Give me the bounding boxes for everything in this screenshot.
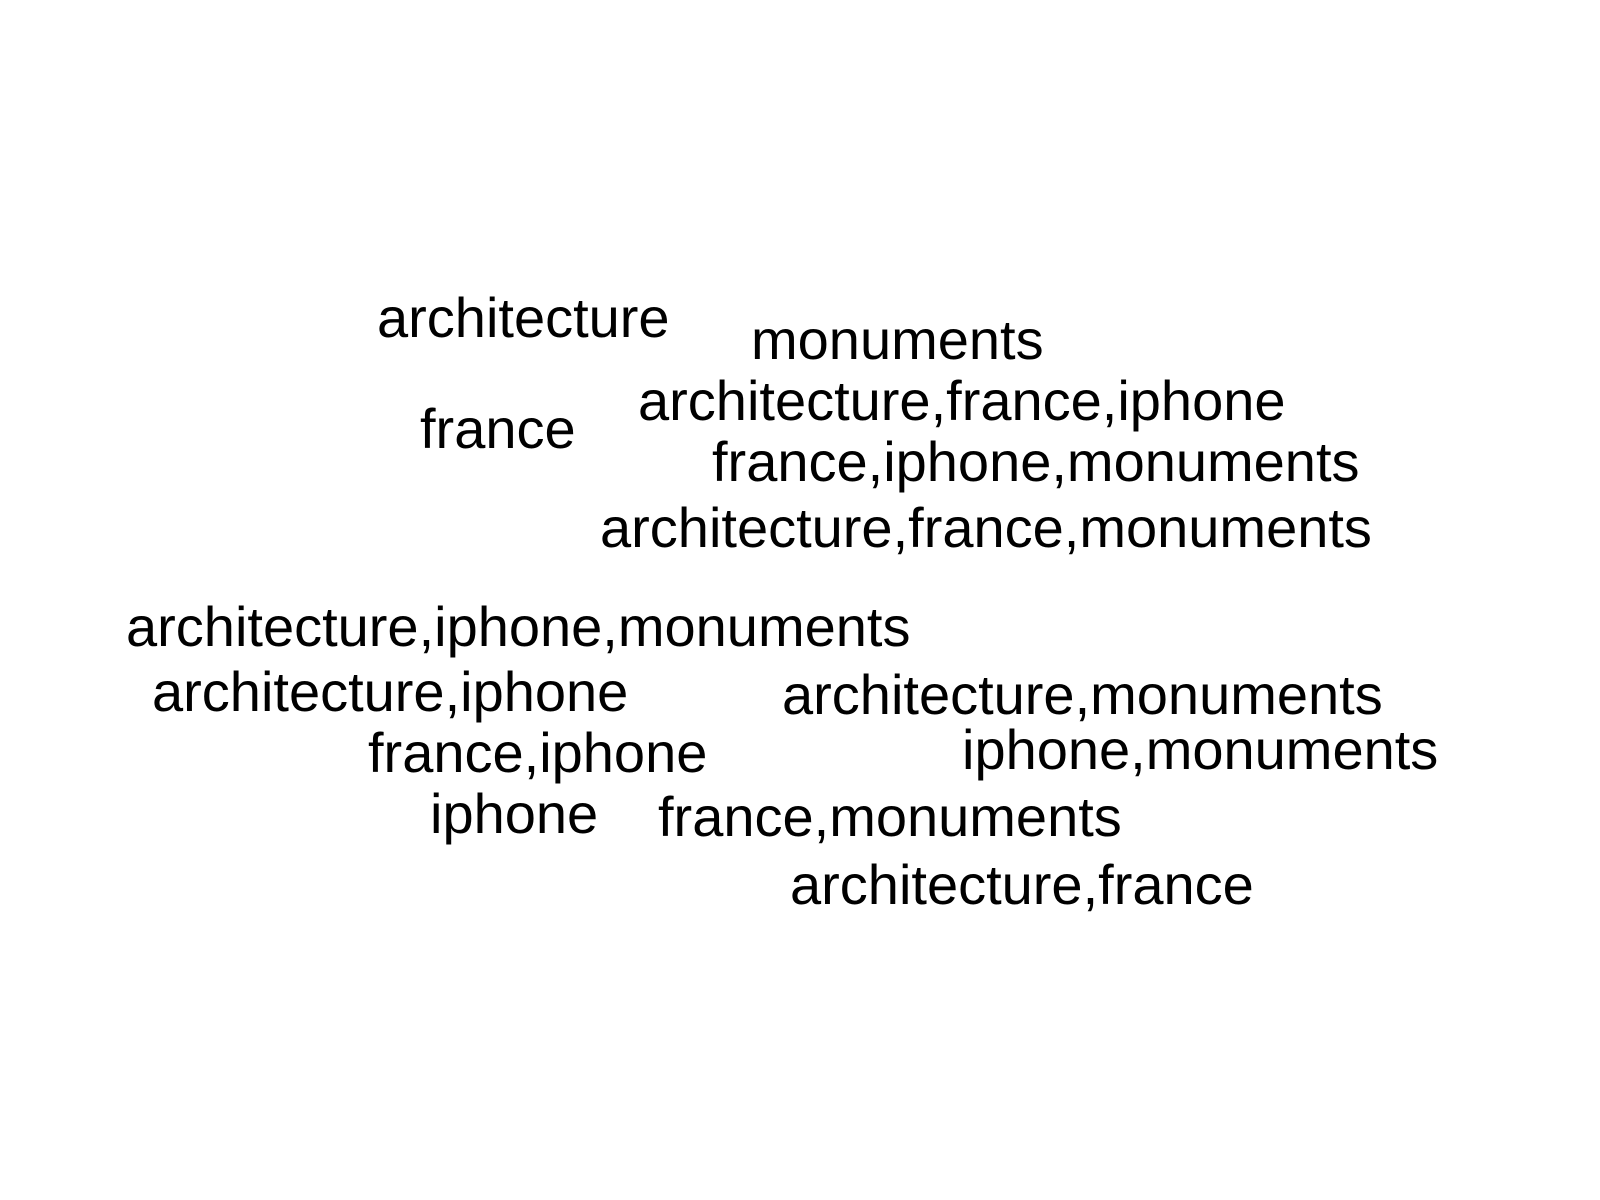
tag-iphone-monuments[interactable]: iphone,monuments	[962, 722, 1438, 778]
tag-cloud: architecture monuments france architectu…	[0, 0, 1600, 1200]
tag-monuments[interactable]: monuments	[751, 312, 1044, 368]
tag-architecture-iphone[interactable]: architecture,iphone	[152, 664, 628, 720]
tag-architecture-france[interactable]: architecture,france	[790, 857, 1254, 913]
tag-architecture-france-monuments[interactable]: architecture,france,monuments	[600, 500, 1372, 556]
tag-architecture-monuments[interactable]: architecture,monuments	[782, 667, 1383, 723]
tag-france-monuments[interactable]: france,monuments	[658, 789, 1122, 845]
tag-architecture[interactable]: architecture	[377, 290, 670, 346]
tag-france-iphone-monuments[interactable]: france,iphone,monuments	[712, 434, 1360, 490]
tag-france[interactable]: france	[420, 401, 576, 457]
tag-iphone[interactable]: iphone	[430, 786, 598, 842]
tag-architecture-france-iphone[interactable]: architecture,france,iphone	[638, 373, 1286, 429]
tag-france-iphone[interactable]: france,iphone	[368, 725, 707, 781]
tag-architecture-iphone-monuments[interactable]: architecture,iphone,monuments	[126, 599, 910, 655]
